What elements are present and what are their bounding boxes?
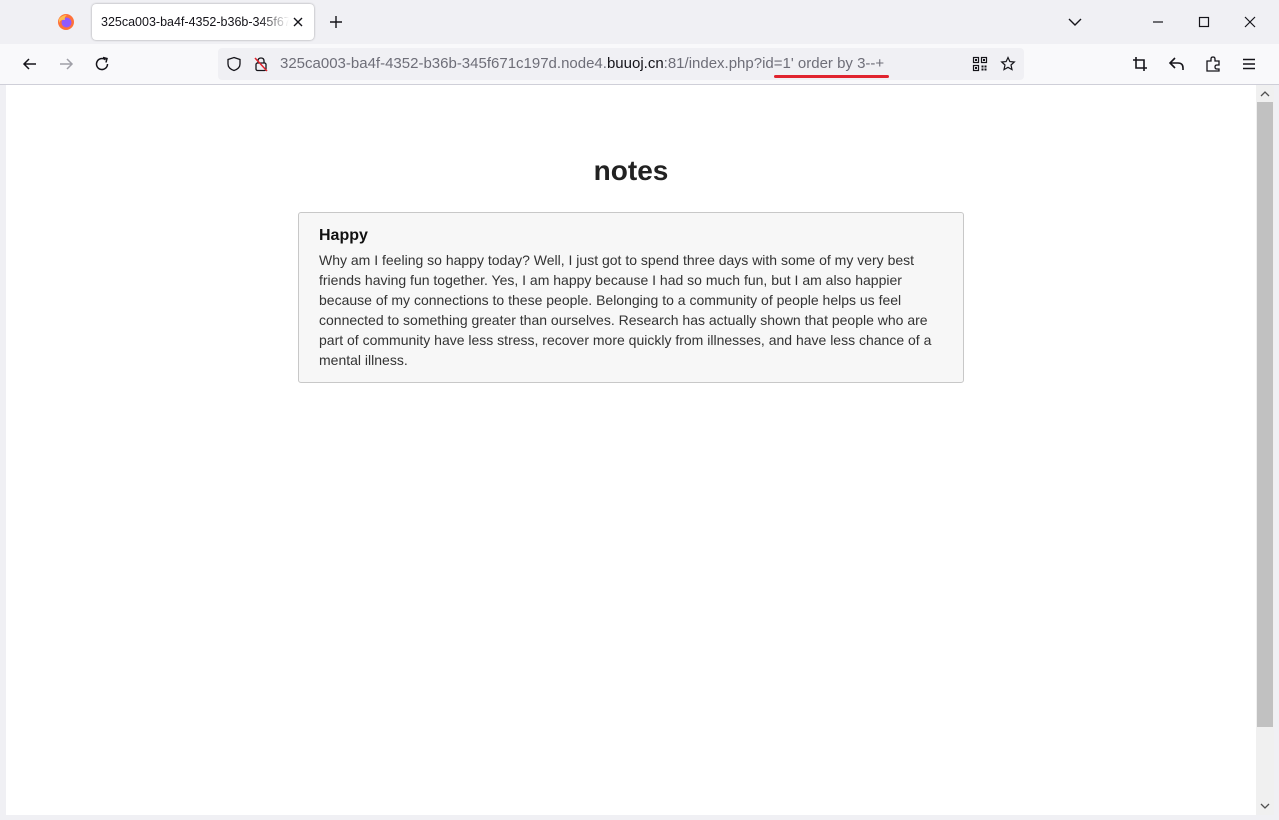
url-suffix: :81/index.php?id=1' order by 3--+ [663,55,885,72]
close-window-icon[interactable] [1240,12,1260,32]
reload-icon[interactable] [92,54,112,74]
extensions-icon[interactable] [1203,54,1223,74]
url-bar[interactable]: 325ca003-ba4f-4352-b36b-345f671c197d.nod… [218,48,1024,80]
firefox-logo-icon[interactable] [56,12,76,32]
menu-icon[interactable] [1239,54,1259,74]
url-prefix: 325ca003-ba4f-4352-b36b-345f671c197d.nod… [280,55,607,72]
undo-icon[interactable] [1167,54,1187,74]
page-title: notes [593,155,669,186]
minimize-icon[interactable] [1148,12,1168,32]
window-bottom-border [0,815,1279,820]
forward-icon[interactable] [56,54,76,74]
navigation-toolbar: 325ca003-ba4f-4352-b36b-345f671c197d.nod… [0,44,1279,85]
scroll-thumb[interactable] [1257,102,1273,727]
scroll-down-icon[interactable] [1259,800,1271,812]
crop-icon[interactable] [1130,54,1150,74]
new-tab-icon[interactable] [326,12,346,32]
back-icon[interactable] [20,54,40,74]
shield-icon[interactable] [226,56,242,72]
tab-close-icon[interactable] [290,14,306,30]
active-tab[interactable]: 325ca003-ba4f-4352-b36b-345f671c197d.nod… [92,4,314,40]
bookmark-star-icon[interactable] [1000,56,1016,72]
vertical-scrollbar[interactable] [1256,85,1274,815]
maximize-icon[interactable] [1194,12,1214,32]
note-body: Why am I feeling so happy today? Well, I… [319,252,932,368]
insecure-lock-icon[interactable] [253,56,269,72]
red-underline-annotation [774,75,889,78]
tab-strip: 325ca003-ba4f-4352-b36b-345f671c197d.nod… [0,0,1279,44]
list-all-tabs-icon[interactable] [1065,12,1085,32]
url-host: buuoj.cn [606,55,664,72]
note-card: Happy Why am I feeling so happy today? W… [298,212,964,383]
qr-code-icon[interactable] [972,56,988,72]
page-viewport: notes Happy Why am I feeling so happy to… [6,85,1256,815]
tab-title: 325ca003-ba4f-4352-b36b-345f671c197d.nod… [101,15,289,29]
url-text[interactable]: 325ca003-ba4f-4352-b36b-345f671c197d.nod… [280,55,884,72]
scroll-up-icon[interactable] [1259,88,1271,100]
note-title: Happy [319,227,368,244]
